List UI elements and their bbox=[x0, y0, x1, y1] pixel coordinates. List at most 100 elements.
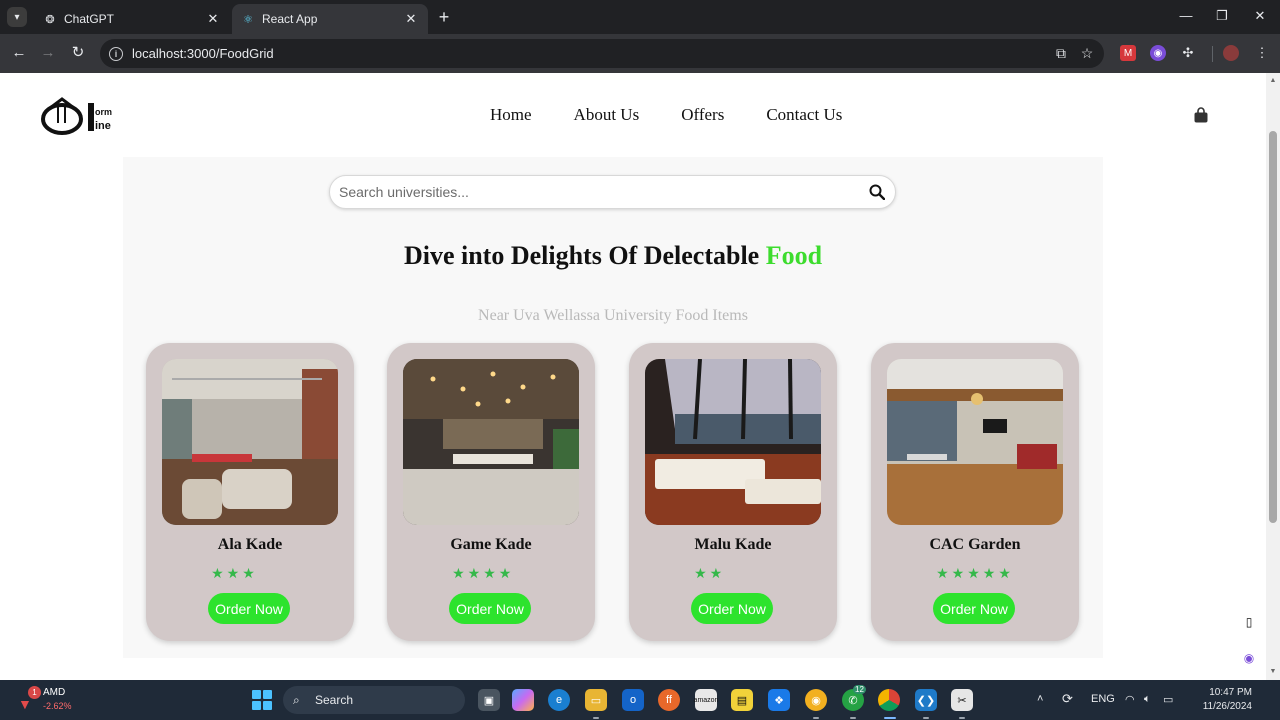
wifi-icon[interactable]: ◠ bbox=[1125, 693, 1135, 706]
running-indicator bbox=[850, 717, 856, 719]
order-now-button[interactable]: Order Now bbox=[691, 593, 773, 624]
nav-link-contact-us[interactable]: Contact Us bbox=[766, 105, 842, 125]
browser-menu-icon[interactable]: ⋮ bbox=[1254, 45, 1270, 61]
stock-symbol: AMD bbox=[43, 687, 66, 698]
shopping-bag-icon[interactable] bbox=[1193, 107, 1209, 123]
order-now-button[interactable]: Order Now bbox=[933, 593, 1015, 624]
maximize-icon[interactable]: ❐ bbox=[1212, 8, 1232, 24]
volume-icon[interactable]: 🔈︎ bbox=[1144, 693, 1151, 706]
system-clock[interactable]: 10:47 PM 11/26/2024 bbox=[1186, 686, 1252, 714]
new-tab-button[interactable]: + bbox=[434, 7, 454, 27]
page-title-accent: Food bbox=[765, 241, 823, 270]
sync-icon[interactable]: ⟳ bbox=[1062, 691, 1073, 707]
reading-mode-icon[interactable]: ▯ bbox=[1238, 611, 1260, 633]
tab-close-icon[interactable]: ✕ bbox=[206, 11, 220, 27]
battery-icon[interactable]: ▭ bbox=[1163, 693, 1173, 706]
tab-close-icon[interactable]: ✕ bbox=[404, 11, 418, 27]
file-explorer-icon[interactable]: ▭ bbox=[585, 689, 607, 711]
window-close-icon[interactable]: ✕ bbox=[1250, 8, 1270, 24]
nav-link-about-us[interactable]: About Us bbox=[574, 105, 640, 125]
running-indicator bbox=[959, 717, 965, 719]
search-icon: ⌕ bbox=[293, 692, 300, 707]
restaurant-photo bbox=[403, 359, 579, 525]
restaurant-name: Malu Kade bbox=[694, 536, 772, 553]
scrollbar-thumb[interactable] bbox=[1269, 131, 1277, 523]
nav-link-offers[interactable]: Offers bbox=[681, 105, 724, 125]
tab-title: React App bbox=[262, 12, 318, 26]
stock-down-arrow-icon: ▼ bbox=[18, 696, 32, 712]
browser-tab-strip: ▾ ❂ ChatGPT ✕ ⚛ React App ✕ + — ❐ ✕ bbox=[0, 0, 1280, 34]
search-input[interactable] bbox=[339, 184, 865, 200]
chrome-icon[interactable] bbox=[878, 689, 900, 711]
tab-chatgpt[interactable]: ❂ ChatGPT ✕ bbox=[34, 4, 230, 34]
amazon-icon[interactable]: amazon bbox=[694, 689, 718, 711]
running-indicator bbox=[593, 717, 599, 719]
page-scrollbar[interactable]: ▲ ▼ bbox=[1266, 73, 1280, 680]
copilot-icon[interactable] bbox=[512, 689, 534, 711]
logo-text-dorm: orm bbox=[95, 107, 112, 117]
outlook-icon[interactable]: o bbox=[622, 689, 644, 711]
url-text[interactable]: localhost:3000/FoodGrid bbox=[132, 46, 1052, 61]
page-title: Dive into Delights Of Delectable Food bbox=[123, 241, 1103, 271]
site-info-icon[interactable]: i bbox=[109, 46, 123, 61]
restaurant-photo bbox=[162, 359, 338, 525]
chatgpt-favicon-icon: ❂ bbox=[45, 13, 55, 26]
minimize-icon[interactable]: — bbox=[1176, 8, 1196, 23]
browser-toolbar: ← → ↻ i localhost:3000/FoodGrid ⧉ ☆ M ◉ … bbox=[0, 34, 1280, 73]
task-view-icon[interactable]: ▣ bbox=[478, 689, 500, 711]
install-app-icon[interactable]: ⧉ bbox=[1052, 45, 1070, 62]
vscode-icon[interactable]: ❮❯ bbox=[915, 689, 937, 711]
stock-change: -2.62% bbox=[43, 701, 72, 711]
bookmark-star-icon[interactable]: ☆ bbox=[1078, 45, 1096, 62]
tab-search-chevron-icon[interactable]: ▾ bbox=[7, 7, 27, 27]
rating-stars: ★★★★★ bbox=[211, 565, 289, 581]
restaurant-card: CAC Garden ★★★★★ Order Now bbox=[871, 343, 1079, 641]
stock-widget[interactable]: ▼ 1 AMD -2.62% bbox=[16, 686, 86, 716]
address-bar[interactable]: i localhost:3000/FoodGrid ⧉ ☆ bbox=[100, 39, 1104, 68]
profile-avatar[interactable] bbox=[1223, 45, 1239, 61]
taskbar-search-label: Search bbox=[315, 693, 354, 707]
firefox-icon[interactable]: ff bbox=[658, 689, 680, 711]
clock-time: 10:47 PM bbox=[1209, 687, 1252, 698]
extension-mendeley-icon[interactable]: M bbox=[1120, 45, 1136, 61]
search-icon[interactable] bbox=[865, 180, 889, 204]
restaurant-name: Ala Kade bbox=[217, 536, 283, 553]
back-icon[interactable]: ← bbox=[10, 44, 28, 62]
restaurant-photo bbox=[887, 359, 1063, 525]
sticky-notes-icon[interactable]: ▤ bbox=[731, 689, 753, 711]
restaurant-card: Ala Kade ★★★★★ Order Now bbox=[146, 343, 354, 641]
toolbar-divider bbox=[1212, 46, 1213, 62]
start-button-windows-icon[interactable] bbox=[252, 690, 272, 710]
active-indicator bbox=[884, 717, 896, 719]
dropbox-icon[interactable]: ❖ bbox=[768, 689, 790, 711]
snipping-tool-icon[interactable]: ✂ bbox=[951, 689, 973, 711]
tab-title: ChatGPT bbox=[64, 12, 115, 26]
edge-icon[interactable]: e bbox=[548, 689, 570, 711]
order-now-button[interactable]: Order Now bbox=[208, 593, 290, 624]
restaurant-card: Game Kade ★★★★★ Order Now bbox=[387, 343, 595, 641]
scroll-down-icon[interactable]: ▼ bbox=[1268, 667, 1278, 677]
extension-brain-icon[interactable]: ◉ bbox=[1150, 45, 1166, 61]
rating-stars: ★★★★★ bbox=[694, 565, 772, 581]
restaurant-name: CAC Garden bbox=[929, 536, 1021, 553]
language-indicator[interactable]: ENG bbox=[1091, 693, 1115, 705]
section-subheading: Near Uva Wellassa University Food Items bbox=[478, 307, 748, 324]
restaurant-card: Malu Kade ★★★★★ Order Now bbox=[629, 343, 837, 641]
taskbar-search[interactable]: ⌕ Search bbox=[283, 686, 465, 714]
reload-icon[interactable]: ↻ bbox=[69, 44, 87, 62]
page-title-text: Dive into Delights Of Delectable bbox=[403, 241, 760, 270]
scroll-up-icon[interactable]: ▲ bbox=[1268, 76, 1278, 86]
clock-date: 11/26/2024 bbox=[1202, 701, 1252, 712]
media-player-icon[interactable]: ◉ bbox=[805, 689, 827, 711]
assistant-brain-icon[interactable]: ◉ bbox=[1238, 647, 1260, 669]
forward-icon[interactable]: → bbox=[39, 44, 57, 62]
dorm-dine-logo[interactable]: orm ine bbox=[40, 93, 122, 137]
notification-badge: 1 bbox=[28, 686, 41, 699]
rating-stars: ★★★★★ bbox=[452, 565, 530, 581]
tab-react-app[interactable]: ⚛ React App ✕ bbox=[232, 4, 428, 34]
nav-link-home[interactable]: Home bbox=[490, 105, 532, 125]
windows-taskbar: ▼ 1 AMD -2.62% ⌕ Search ▣ e ▭ o ff amazo… bbox=[0, 680, 1280, 720]
extensions-puzzle-icon[interactable]: ✣ bbox=[1180, 45, 1196, 61]
show-hidden-icons-chevron-icon[interactable]: ˄ bbox=[1037, 693, 1043, 705]
order-now-button[interactable]: Order Now bbox=[449, 593, 531, 624]
